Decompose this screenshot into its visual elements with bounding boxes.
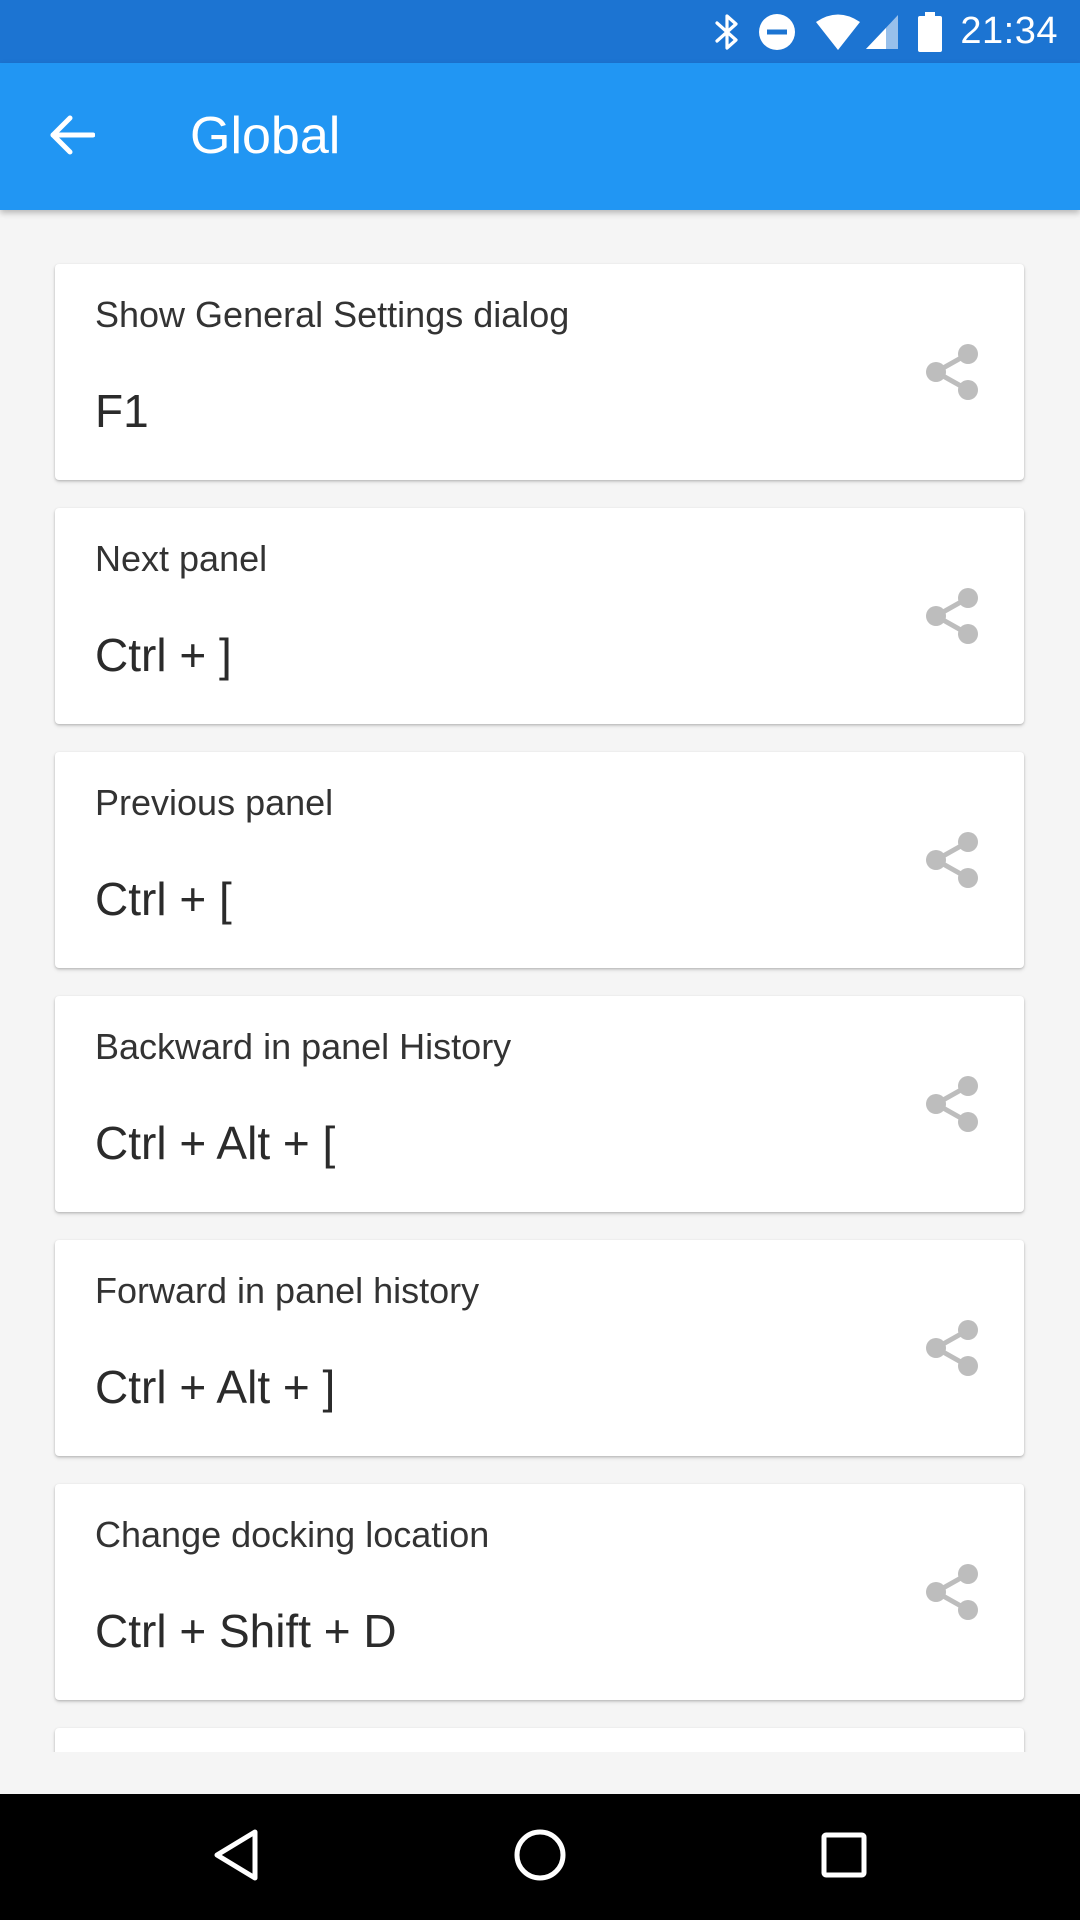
share-icon bbox=[920, 828, 984, 897]
shortcut-keys: F1 bbox=[95, 385, 149, 437]
shortcut-keys: Ctrl + Alt + ] bbox=[95, 1361, 336, 1413]
shortcut-card: Change docking location Ctrl + Shift + D bbox=[55, 1484, 1024, 1700]
shortcut-label: Previous panel bbox=[95, 782, 334, 823]
share-button[interactable] bbox=[916, 826, 988, 898]
recents-square-icon bbox=[820, 1831, 868, 1884]
status-bar: 21:34 bbox=[0, 0, 1080, 63]
shortcut-keys: Ctrl + Shift + D bbox=[95, 1605, 397, 1657]
shortcut-keys: Ctrl + ] bbox=[95, 629, 232, 681]
battery-icon bbox=[918, 11, 943, 52]
navigation-bar bbox=[0, 1794, 1080, 1920]
home-circle-icon bbox=[513, 1828, 567, 1887]
wifi-icon bbox=[814, 13, 862, 51]
share-icon bbox=[920, 584, 984, 653]
shortcut-list: Show General Settings dialog F1 Next pan… bbox=[0, 210, 1080, 1752]
back-button[interactable] bbox=[36, 101, 108, 173]
nav-home-button[interactable] bbox=[504, 1821, 576, 1893]
page-title: Global bbox=[190, 107, 341, 165]
shortcut-keys: Ctrl + Alt + [ bbox=[95, 1117, 336, 1169]
share-button[interactable] bbox=[916, 1070, 988, 1142]
shortcut-label: Change docking location bbox=[95, 1514, 490, 1555]
shortcut-label: Next panel bbox=[95, 538, 268, 579]
share-button[interactable] bbox=[916, 338, 988, 410]
nav-recents-button[interactable] bbox=[808, 1821, 880, 1893]
arrow-back-icon bbox=[49, 115, 96, 160]
share-icon bbox=[920, 340, 984, 409]
shortcut-label: Forward in panel history bbox=[95, 1270, 480, 1311]
shortcut-keys: Ctrl + [ bbox=[95, 873, 232, 925]
signal-icon bbox=[864, 13, 900, 51]
shortcut-card: Backward in panel History Ctrl + Alt + [ bbox=[55, 996, 1024, 1212]
back-triangle-icon bbox=[211, 1828, 261, 1887]
share-icon bbox=[920, 1072, 984, 1141]
share-icon bbox=[920, 1316, 984, 1385]
status-time: 21:34 bbox=[960, 10, 1058, 52]
share-button[interactable] bbox=[916, 1314, 988, 1386]
nav-back-button[interactable] bbox=[200, 1821, 272, 1893]
app-bar: Global bbox=[0, 63, 1080, 210]
shortcut-card: Previous panel Ctrl + [ bbox=[55, 752, 1024, 968]
shortcut-card-partial bbox=[55, 1728, 1024, 1752]
shortcut-card: Forward in panel history Ctrl + Alt + ] bbox=[55, 1240, 1024, 1456]
share-button[interactable] bbox=[916, 582, 988, 654]
shortcut-card: Show General Settings dialog F1 bbox=[55, 264, 1024, 480]
shortcut-card: Next panel Ctrl + ] bbox=[55, 508, 1024, 724]
share-icon bbox=[920, 1560, 984, 1629]
share-button[interactable] bbox=[916, 1558, 988, 1630]
do-not-disturb-icon bbox=[758, 13, 796, 51]
bluetooth-icon bbox=[714, 12, 740, 52]
shortcut-label: Backward in panel History bbox=[95, 1026, 512, 1067]
shortcut-label: Show General Settings dialog bbox=[95, 294, 570, 335]
